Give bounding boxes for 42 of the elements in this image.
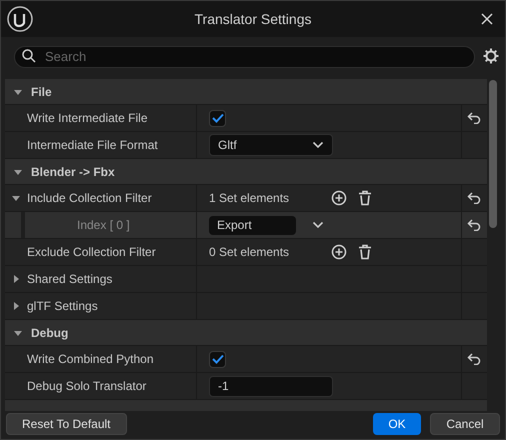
cancel-button[interactable]: Cancel (430, 413, 500, 435)
property-label: Exclude Collection Filter (27, 244, 156, 261)
property-label: glTF Settings (27, 298, 98, 315)
property-label: Include Collection Filter (27, 190, 152, 207)
collection-dropdown[interactable]: Export (209, 216, 296, 234)
category-header[interactable]: Blender -> Fbx (5, 159, 487, 185)
reset-button[interactable]: Reset To Default (6, 413, 126, 435)
checkbox[interactable] (209, 110, 226, 126)
logo-icon (7, 6, 33, 32)
property-label: Write Combined Python (27, 351, 154, 368)
category-header[interactable]: Debug (5, 320, 487, 346)
chevron-down-icon[interactable] (312, 221, 324, 229)
scrollbar-thumb[interactable] (489, 80, 497, 228)
close-icon[interactable] (481, 13, 493, 25)
set-count-text: 0 Set elements (209, 244, 290, 261)
expand-arrow-icon[interactable] (11, 301, 21, 311)
reset-arrow-icon[interactable] (466, 192, 480, 204)
add-icon[interactable] (331, 244, 347, 260)
property-label: Debug Solo Translator (27, 378, 146, 395)
property-label: Shared Settings (27, 271, 112, 288)
expand-arrow-icon[interactable] (11, 274, 21, 284)
reset-arrow-icon[interactable] (466, 219, 480, 231)
trash-icon[interactable] (358, 190, 372, 206)
trash-icon[interactable] (358, 244, 372, 260)
reset-arrow-icon[interactable] (466, 353, 480, 365)
category-header[interactable]: File (5, 79, 487, 105)
reset-arrow-icon[interactable] (466, 112, 480, 124)
collapse-arrow-icon[interactable] (11, 193, 21, 203)
search-icon (22, 49, 36, 63)
checkbox[interactable] (209, 350, 226, 368)
property-label: Write Intermediate File (27, 110, 148, 127)
format-dropdown[interactable]: Gltf (209, 134, 333, 156)
ok-button[interactable]: OK (373, 413, 421, 435)
settings-icon[interactable] (483, 48, 499, 64)
set-count-text: 1 Set elements (209, 190, 290, 207)
chevron-down-icon[interactable] (312, 141, 324, 149)
window-title: Translator Settings (194, 10, 312, 29)
number-field[interactable]: -1 (209, 376, 333, 396)
property-label: Intermediate File Format (27, 137, 158, 154)
property-label: Index [ 0 ] (77, 217, 130, 234)
search-field[interactable]: Search (14, 46, 475, 68)
add-icon[interactable] (331, 190, 347, 206)
